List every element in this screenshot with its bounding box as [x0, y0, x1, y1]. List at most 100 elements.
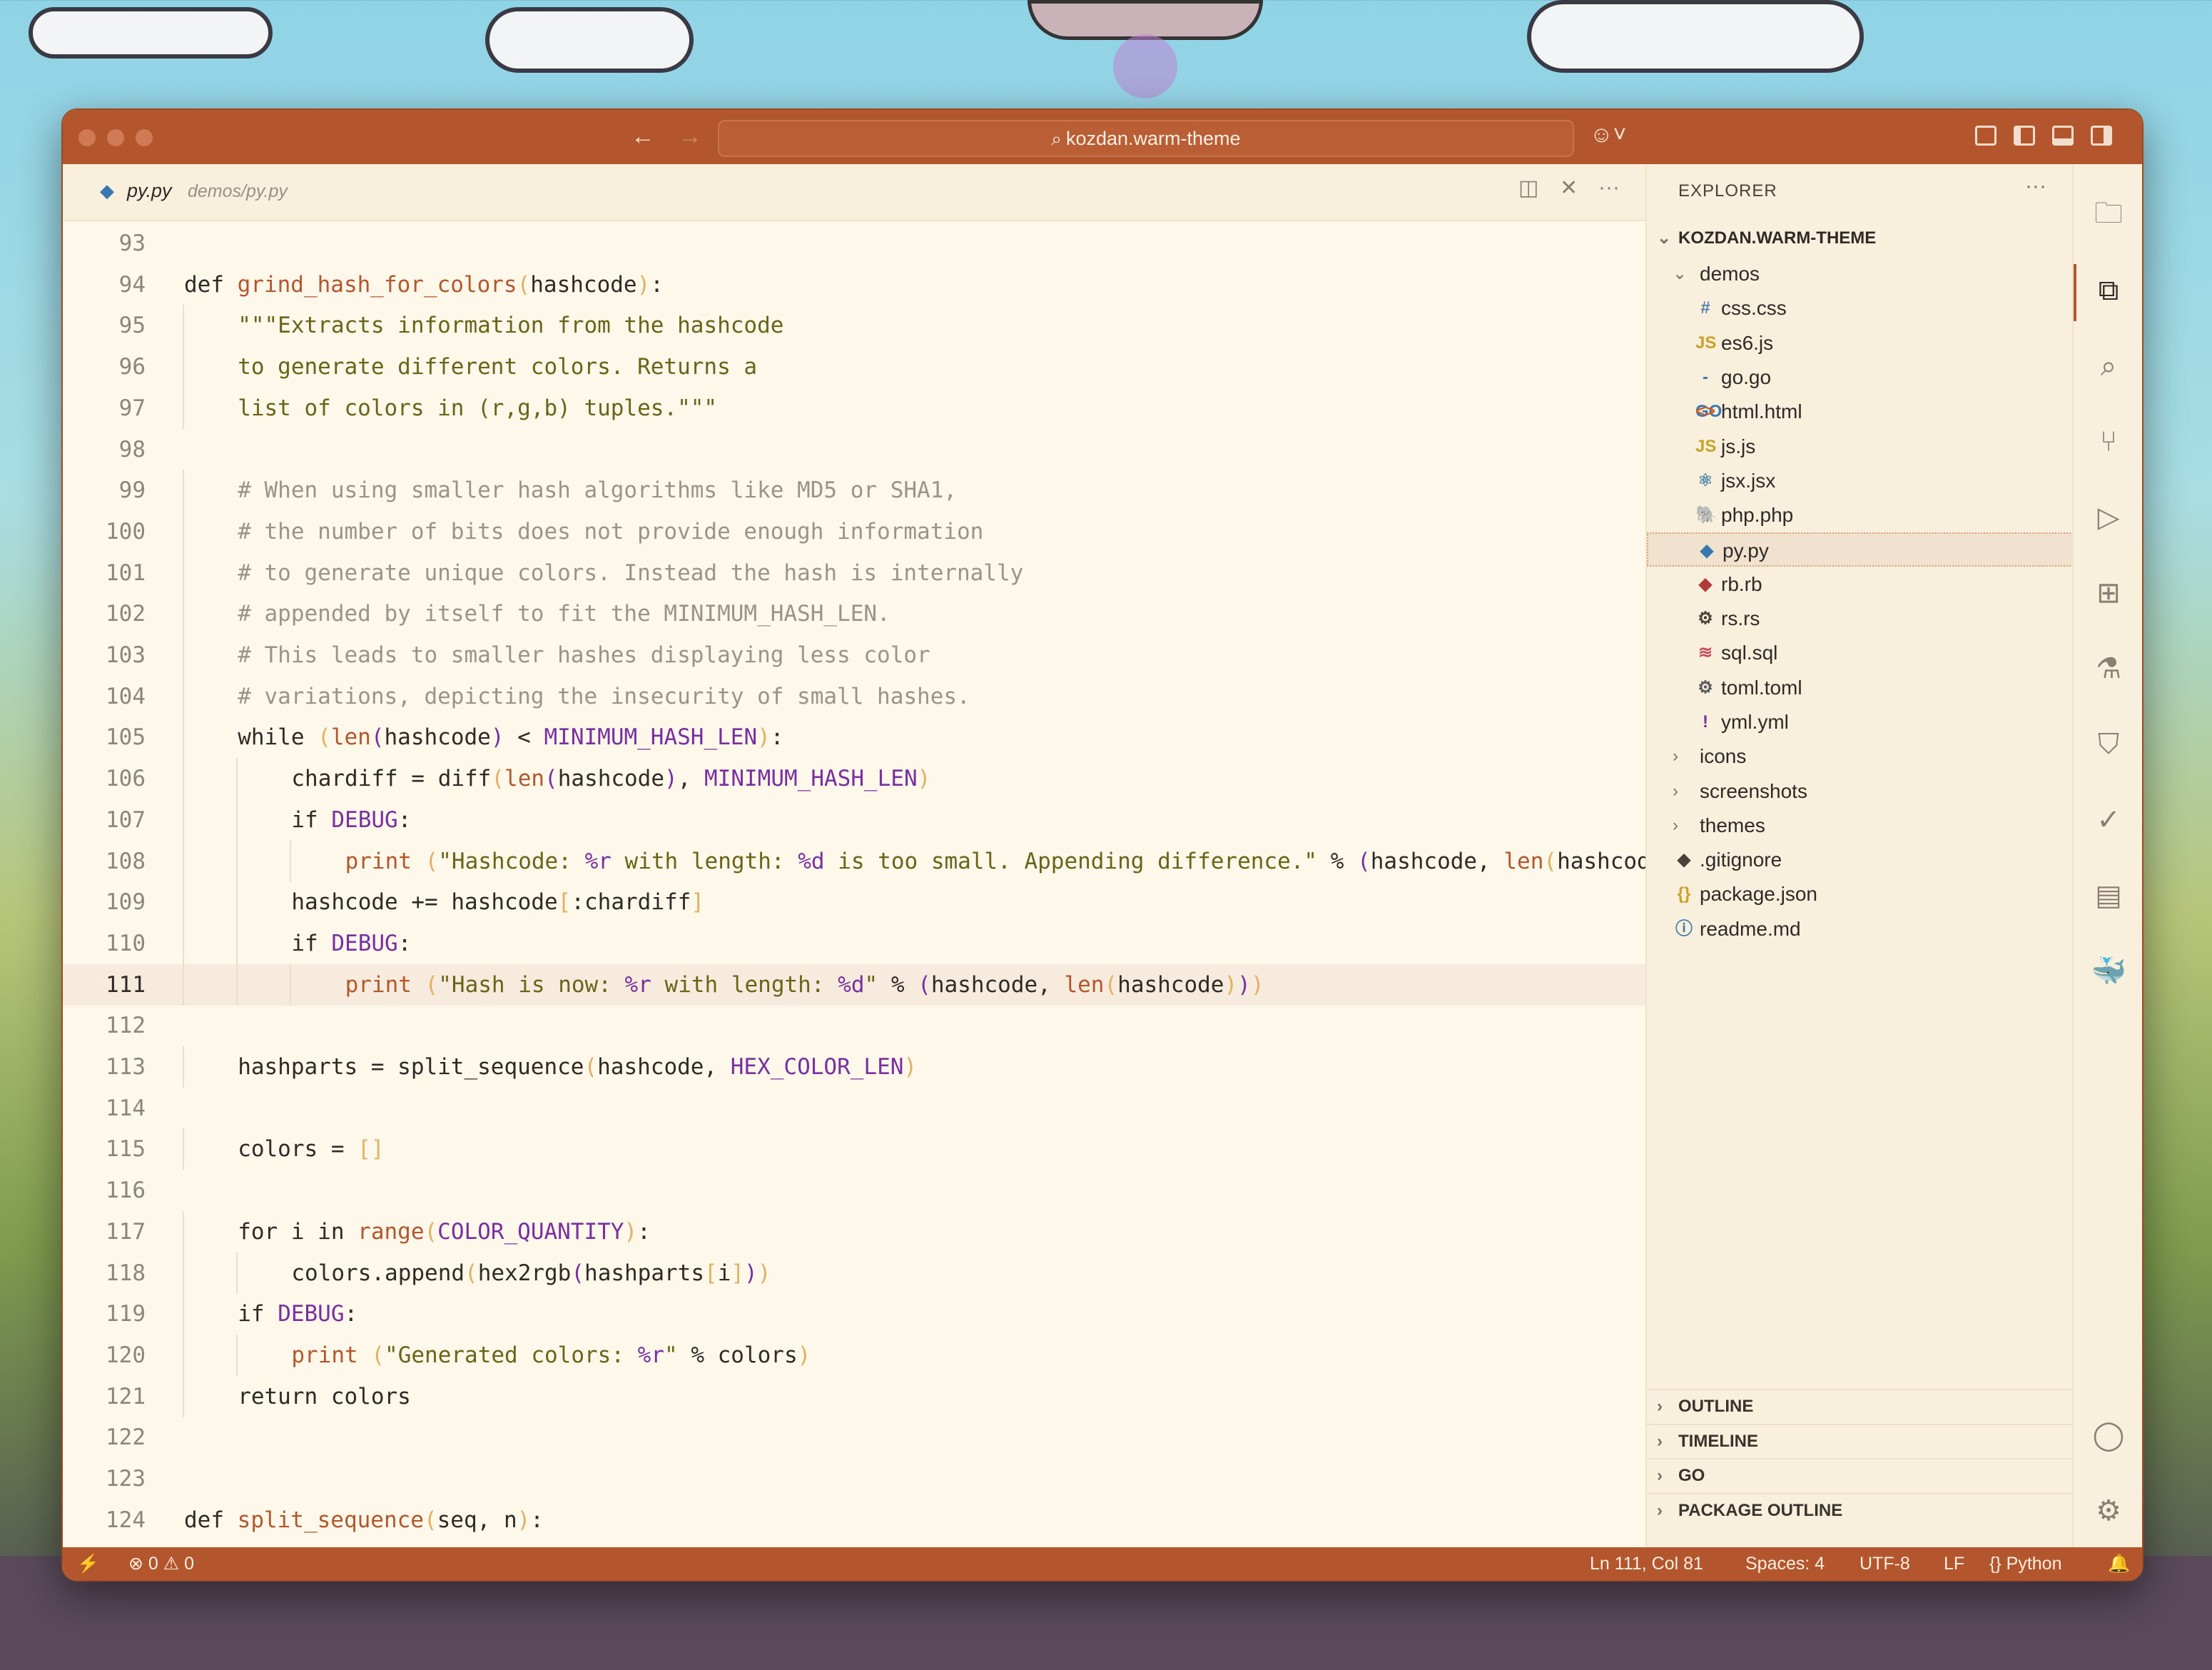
tree-file[interactable]: ◆ .gitignore [1647, 843, 2074, 877]
code-line[interactable]: 98 [63, 429, 1645, 470]
code-token: % colors [677, 1342, 798, 1368]
extensions-icon[interactable]: ⊞ [2091, 575, 2126, 611]
code-line[interactable]: 96 to generate different colors. Returns … [63, 346, 1645, 388]
code-line[interactable]: 110 if DEBUG: [63, 922, 1645, 964]
sidebar-section-timeline[interactable]: › TIMELINE [1647, 1423, 2074, 1458]
code-line[interactable]: 122 [63, 1417, 1645, 1458]
minimize-window-button[interactable] [107, 129, 124, 146]
code-line[interactable]: 117 for i in range(COLOR_QUANTITY): [63, 1210, 1645, 1252]
remote-icon[interactable]: ⚡ [77, 1547, 99, 1580]
end-of-line[interactable]: LF [1944, 1547, 1964, 1580]
notebook-icon[interactable]: ▤ [2091, 878, 2126, 914]
problems-indicator[interactable]: ⊗ 0 ⚠ 0 [128, 1547, 194, 1580]
indentation[interactable]: Spaces: 4 [1745, 1547, 1825, 1580]
forward-arrow-icon[interactable]: → [678, 123, 702, 151]
source-control-icon[interactable]: ⑂ [2091, 424, 2126, 460]
tree-file[interactable]: 🐘 php.php [1647, 498, 2074, 532]
code-line[interactable]: 119 if DEBUG: [63, 1293, 1645, 1335]
workspace-root[interactable]: ⌄ KOZDAN.WARM-THEME [1647, 221, 2074, 255]
code-line[interactable]: 118 colors.append(hex2rgb(hashparts[i])) [63, 1252, 1645, 1294]
code-line[interactable]: 105 while (len(hashcode) < MINIMUM_HASH_L… [63, 717, 1645, 759]
close-tab-icon[interactable]: ✕ [1560, 176, 1578, 201]
tree-file[interactable]: # css.css [1647, 291, 2074, 325]
code-line[interactable]: 111 print ("Hash is now: %r with length: … [63, 963, 1645, 1006]
code-line[interactable]: 120 print ("Generated colors: %r" % color… [63, 1334, 1645, 1376]
code-line[interactable]: 102 # appended by itself to fit the MINIM… [63, 593, 1645, 635]
code-line[interactable]: 103 # This leads to smaller hashes displa… [63, 634, 1645, 676]
folder-icon[interactable]: 🗀 [2091, 196, 2126, 231]
code-line[interactable]: 107 if DEBUG: [63, 799, 1645, 841]
split-editor-icon[interactable]: ◫ [1518, 176, 1538, 201]
toggle-secondary-sidebar-icon[interactable] [2091, 126, 2112, 146]
toggle-panel-icon[interactable] [2052, 126, 2074, 146]
code-token: grind_hash_for_colors [237, 271, 517, 298]
code-line[interactable]: 95 """Extracts information from the hashc… [63, 305, 1645, 347]
tree-file[interactable]: ◆ py.py [1647, 532, 2074, 567]
explorer-icon[interactable]: ⧉ [2091, 273, 2126, 308]
account-icon[interactable]: ◯ [2091, 1417, 2126, 1453]
copilot-icon[interactable]: ☺˅ [1590, 121, 1626, 148]
line-number: 121 [106, 1383, 146, 1410]
sidebar-section-package-outline[interactable]: › PACKAGE OUTLINE [1647, 1492, 2074, 1527]
sidebar-section-go[interactable]: › GO [1647, 1458, 2074, 1492]
code-line[interactable]: 104 # variations, depicting the insecurit… [63, 675, 1645, 717]
cursor-position[interactable]: Ln 111, Col 81 [1590, 1547, 1703, 1580]
more-actions-icon[interactable]: ··· [1598, 176, 1620, 200]
toggle-primary-sidebar-icon[interactable] [2014, 126, 2035, 146]
code-line[interactable]: 94 def grind_hash_for_colors(hashcode): [63, 264, 1645, 305]
code-line[interactable]: 113 hashparts = split_sequence(hashcode, … [63, 1046, 1645, 1088]
tree-file[interactable]: -GO go.go [1647, 360, 2074, 421]
encoding[interactable]: UTF-8 [1860, 1547, 1910, 1580]
tree-file[interactable]: <> html.html [1647, 395, 2074, 429]
tree-file[interactable]: ⚙ rs.rs [1647, 602, 2074, 636]
close-window-button[interactable] [78, 129, 96, 146]
code-line[interactable]: 124 def split_sequence(seq, n): [63, 1499, 1645, 1541]
code-token: [ [557, 889, 572, 916]
code-line[interactable]: 116 [63, 1170, 1645, 1211]
more-actions-icon[interactable]: ··· [2025, 174, 2046, 198]
code-line[interactable]: 115 colors = [] [63, 1128, 1645, 1170]
code-line[interactable]: 100 # the number of bits does not provide… [63, 510, 1645, 552]
tree-file[interactable]: ◆ rb.rb [1647, 567, 2074, 602]
code-line[interactable]: 109 hashcode += hashcode[:chardiff] [63, 881, 1645, 923]
tree-file[interactable]: ! yml.yml [1647, 705, 2074, 739]
tree-folder[interactable]: ⌄ demos [1647, 257, 2074, 291]
sidebar-section-outline[interactable]: › OUTLINE [1647, 1389, 2074, 1423]
tree-file[interactable]: ⚙ toml.toml [1647, 671, 2074, 705]
tree-folder[interactable]: › screenshots [1647, 774, 2074, 809]
code-line[interactable]: 123 [63, 1458, 1645, 1499]
code-line[interactable]: 114 [63, 1088, 1645, 1129]
section-label: PACKAGE OUTLINE [1678, 1500, 1843, 1520]
code-line[interactable]: 99 # When using smaller hash algorithms l… [63, 470, 1645, 512]
code-line[interactable]: 112 [63, 1005, 1645, 1046]
code-line[interactable]: 108 print ("Hashcode: %r with length: %d … [63, 840, 1645, 882]
docker-icon[interactable]: 🐳 [2091, 953, 2126, 989]
command-center[interactable]: ⌕ kozdan.warm-theme [718, 120, 1574, 157]
language-mode[interactable]: {} Python [1989, 1547, 2062, 1580]
bookmark-icon[interactable]: ⛉ [2091, 727, 2126, 762]
tree-file[interactable]: ≋ sql.sql [1647, 636, 2074, 670]
code-line[interactable]: 97 list of colors in (r,g,b) tuples.""" [63, 387, 1645, 429]
zoom-window-button[interactable] [136, 129, 153, 146]
code-line[interactable]: 121 return colors [63, 1375, 1645, 1417]
tree-file[interactable]: JS es6.js [1647, 326, 2074, 360]
tree-folder[interactable]: › themes [1647, 809, 2074, 843]
search-icon[interactable]: ⌕ [2091, 348, 2126, 384]
notifications-bell-icon[interactable]: 🔔 [2108, 1547, 2130, 1580]
code-line[interactable]: 93 [63, 223, 1645, 264]
tree-file[interactable]: {} package.json [1647, 877, 2074, 911]
testing-icon[interactable]: ⚗ [2091, 651, 2126, 687]
code-line[interactable]: 101 # to generate unique colors. Instead … [63, 552, 1645, 594]
tree-folder[interactable]: › icons [1647, 739, 2074, 774]
code-line[interactable]: 106 chardiff = diff(len(hashcode), MINIMU… [63, 758, 1645, 800]
checkmark-icon[interactable]: ✓ [2091, 802, 2126, 838]
tree-file[interactable]: ⓘ readme.md [1647, 912, 2074, 946]
customize-layout-icon[interactable] [1975, 126, 1997, 146]
tree-file[interactable]: ⚛ jsx.jsx [1647, 464, 2074, 498]
back-arrow-icon[interactable]: ← [631, 123, 655, 151]
file-type-icon: 🐘 [1695, 505, 1717, 525]
settings-gear-icon[interactable]: ⚙ [2091, 1493, 2126, 1529]
tree-file[interactable]: JS js.js [1647, 430, 2074, 464]
run-debug-icon[interactable]: ▷ [2091, 500, 2126, 535]
code-view[interactable]: 93 94 def grind_hash_for_colors(hashcode):… [63, 220, 1645, 1547]
